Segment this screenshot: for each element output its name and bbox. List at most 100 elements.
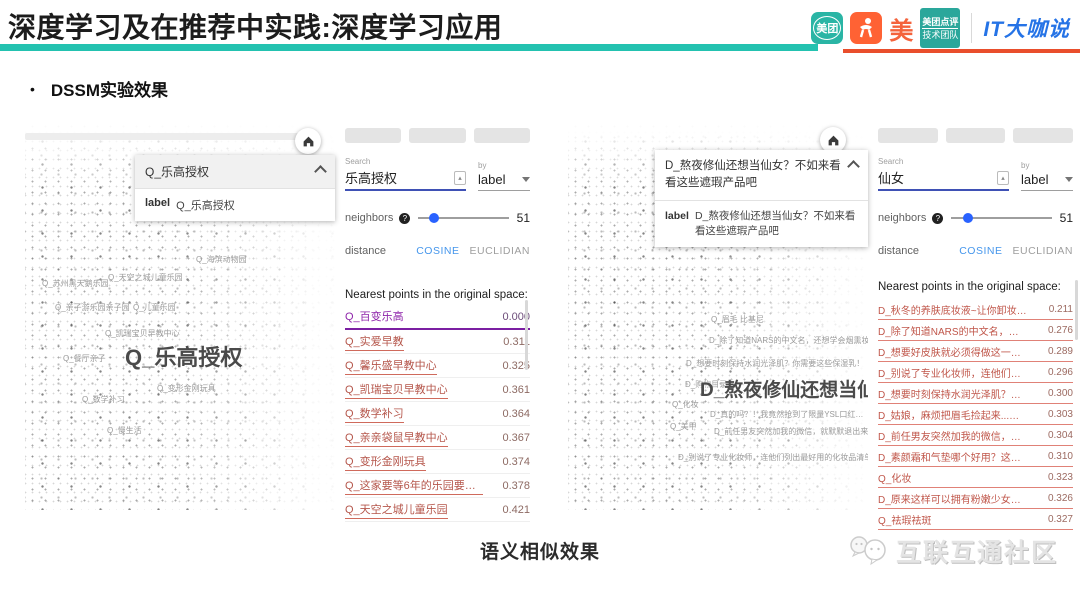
list-scrollbar[interactable] <box>525 300 528 370</box>
tab-pill[interactable] <box>409 128 465 143</box>
row-label: D_除了知道NARS的中文名，还想学... <box>878 323 1028 338</box>
distance-euclidean-toggle[interactable]: EUCLIDIAN <box>469 245 530 257</box>
tab-pill[interactable] <box>474 128 530 143</box>
row-distance: 0.296 <box>1048 367 1073 378</box>
nearest-point-row[interactable]: D_想要好皮肤就必须得做这一步！0.289 <box>878 341 1073 362</box>
scatter-point-label[interactable]: D_除了知道NARS的中文名，还想学会烟熏妆…… <box>709 335 868 346</box>
neighbors-label: neighbors <box>878 212 926 224</box>
scatter-point-label[interactable]: Q_眉毛 比基尼 <box>711 314 764 325</box>
search-input[interactable]: 乐高授权 ▴ <box>345 168 466 191</box>
selected-point-card: Q_乐高授权 label Q_乐高授权 <box>135 155 335 221</box>
scatter-point-label[interactable]: Q_美甲 <box>670 421 697 432</box>
nearest-point-row[interactable]: Q_馨乐盛早教中心0.325 <box>345 354 530 378</box>
help-icon[interactable]: ? <box>932 213 943 224</box>
row-label: Q_凯瑞宝贝早教中心 <box>345 381 448 399</box>
selected-point-title: D_熬夜修仙还想当仙女？不如来看看这些遮瑕产品吧 <box>665 158 843 192</box>
nearest-point-row[interactable]: D_前任男友突然加我的微信，就默...0.304 <box>878 425 1073 446</box>
scatter-point-label[interactable]: D_前任男友突然加我的微信，就默默退出来了！ <box>714 426 868 437</box>
label-field-row[interactable]: label Q_乐高授权 <box>135 189 335 221</box>
distance-cosine-toggle[interactable]: COSINE <box>416 245 459 257</box>
by-select[interactable]: label <box>1021 172 1073 191</box>
watermark-text: 互联互通社区 <box>896 533 1058 569</box>
search-options-icon[interactable]: ▴ <box>997 171 1009 185</box>
scatter-point-label[interactable]: Q_凯瑞宝贝早教中心 <box>105 328 180 339</box>
scatter-point-label[interactable]: D_真的吗？！我竟然抢到了限量YSL口红… <box>710 409 863 420</box>
scatter-point-label[interactable]: Q_天空之城儿童乐园 <box>108 272 183 283</box>
nearest-point-row[interactable]: Q_亲亲袋鼠早教中心0.367 <box>345 426 530 450</box>
nearest-point-row[interactable]: D_别说了专业化妆师，连他们列... 0.296 <box>878 362 1073 383</box>
slider-thumb[interactable] <box>429 213 439 223</box>
tab-pill[interactable] <box>1013 128 1073 143</box>
teal-accent-bar <box>0 44 818 51</box>
nearest-point-row[interactable]: D_想要时刻保持水润光泽肌？你需...0.300 <box>878 383 1073 404</box>
selected-point-header[interactable]: D_熬夜修仙还想当仙女？不如来看看这些遮瑕产品吧 <box>655 150 868 200</box>
search-input[interactable]: 仙女 ▴ <box>878 168 1009 191</box>
tab-pill[interactable] <box>345 128 401 143</box>
dianping-logo-icon <box>850 12 882 44</box>
home-icon <box>827 134 840 147</box>
slider-thumb[interactable] <box>963 213 973 223</box>
nearest-point-row[interactable]: Q_凯瑞宝贝早教中心0.361 <box>345 378 530 402</box>
nearest-point-row[interactable]: Q_这家要等6年的乐园要与迪士尼一...0.378 <box>345 474 530 498</box>
scatter-point-label[interactable]: Q_变形金刚玩具 <box>157 383 216 394</box>
nearest-point-row[interactable]: D_除了知道NARS的中文名，还想学... 0.276 <box>878 320 1073 341</box>
nearest-point-row[interactable]: Q_变形金刚玩具0.374 <box>345 450 530 474</box>
mei-character: 美 <box>889 11 913 46</box>
scatter-point-label[interactable]: Q_儿童乐园 <box>133 302 176 313</box>
by-label: by <box>1021 161 1073 170</box>
distance-euclidean-toggle[interactable]: EUCLIDIAN <box>1012 245 1073 257</box>
row-distance: 0.310 <box>1048 451 1073 462</box>
row-distance: 0.303 <box>1048 409 1073 420</box>
distance-label: distance <box>345 245 406 257</box>
scatter-point-label[interactable]: Q_餐厅亲子 <box>63 353 106 364</box>
nearest-point-row[interactable]: Q_祛瑕祛斑0.327 <box>878 509 1073 530</box>
scatter-point-label[interactable]: Q_亲子游乐园亲子园 <box>55 302 130 313</box>
scatter-point-label[interactable]: D_想要时刻保持水润光泽肌？你需要这些保湿乳！ <box>686 358 864 369</box>
row-label: Q_馨乐盛早教中心 <box>345 357 437 375</box>
tab-pill[interactable] <box>946 128 1006 143</box>
nearest-point-row[interactable]: Q_天空之城儿童乐园0.421 <box>345 498 530 522</box>
tab-pill[interactable] <box>878 128 938 143</box>
neighbors-slider[interactable] <box>951 217 1051 219</box>
scatter-point-label[interactable]: Q_苏州黑天鹅乐园 <box>42 278 109 289</box>
inspector-tabs <box>345 128 530 143</box>
nearest-point-row[interactable]: Q_百变乐高0.000 <box>345 305 530 330</box>
distance-cosine-toggle[interactable]: COSINE <box>959 245 1002 257</box>
scatter-topbar <box>25 133 310 140</box>
scatter-point-label[interactable]: D_别说了专业化妆师，连他们列出最好用的化妆品清单 <box>678 452 868 463</box>
search-value: 仙女 <box>878 168 904 187</box>
nearest-point-row[interactable]: Q_数学补习0.364 <box>345 402 530 426</box>
selected-point-header[interactable]: Q_乐高授权 <box>135 155 335 188</box>
meituan-logo-text: 美团 <box>813 16 841 40</box>
search-label: Search <box>878 157 1009 166</box>
home-button[interactable] <box>295 128 321 154</box>
row-distance: 0.276 <box>1048 325 1073 336</box>
list-scrollbar[interactable] <box>1075 280 1078 340</box>
row-label: D_别说了专业化妆师，连他们列... <box>878 365 1028 380</box>
nearest-point-row[interactable]: Q_化妆0.323 <box>878 467 1073 488</box>
chevron-up-icon[interactable] <box>847 160 860 173</box>
scatter-point-label[interactable]: Q_化妆 <box>672 399 699 410</box>
nearest-point-row[interactable]: D_姑娘，麻烦把眉毛捡起来...引起别...0.303 <box>878 404 1073 425</box>
brand-logos: 美团 美 美团点评 技术团队 IT大咖说 <box>811 8 1070 48</box>
by-select[interactable]: label <box>478 172 530 191</box>
scatter-point-label[interactable]: Q_慢生活 <box>107 425 142 436</box>
scatter-point-label[interactable]: Q_海滨动物园 <box>196 254 247 265</box>
nearest-point-row[interactable]: Q_实爱早教0.311 <box>345 330 530 354</box>
neighbors-value: 51 <box>517 211 530 225</box>
nearest-point-row[interactable]: D_原来这样可以拥有粉嫩少女唇！0.326 <box>878 488 1073 509</box>
nearest-point-row[interactable]: D_素颜霜和气垫哪个好用？这几个误...0.310 <box>878 446 1073 467</box>
row-label: Q_数学补习 <box>345 405 404 423</box>
chevron-up-icon[interactable] <box>314 165 327 178</box>
nearest-point-row[interactable]: D_秋冬的养肤底妆液~让你卸妆后一...0.211 <box>878 299 1073 320</box>
help-icon[interactable]: ? <box>399 213 410 224</box>
selected-point-label-large[interactable]: Q_乐高授权 <box>125 340 242 372</box>
scatter-point-label[interactable]: Q_数学补习 <box>82 394 125 405</box>
inspector-controls-left: Search 乐高授权 ▴ by label neighbors ? 51 di… <box>345 125 530 522</box>
neighbors-slider[interactable] <box>418 217 508 219</box>
label-field-value: D_熬夜修仙还想当仙女？不如来看看这些遮瑕产品吧 <box>695 209 858 239</box>
label-field-row[interactable]: label D_熬夜修仙还想当仙女？不如来看看这些遮瑕产品吧 <box>655 201 868 247</box>
selected-point-label-large[interactable]: D_熬夜修仙还想当仙女？ <box>700 375 868 402</box>
search-options-icon[interactable]: ▴ <box>454 171 466 185</box>
label-field-name: label <box>665 209 689 239</box>
